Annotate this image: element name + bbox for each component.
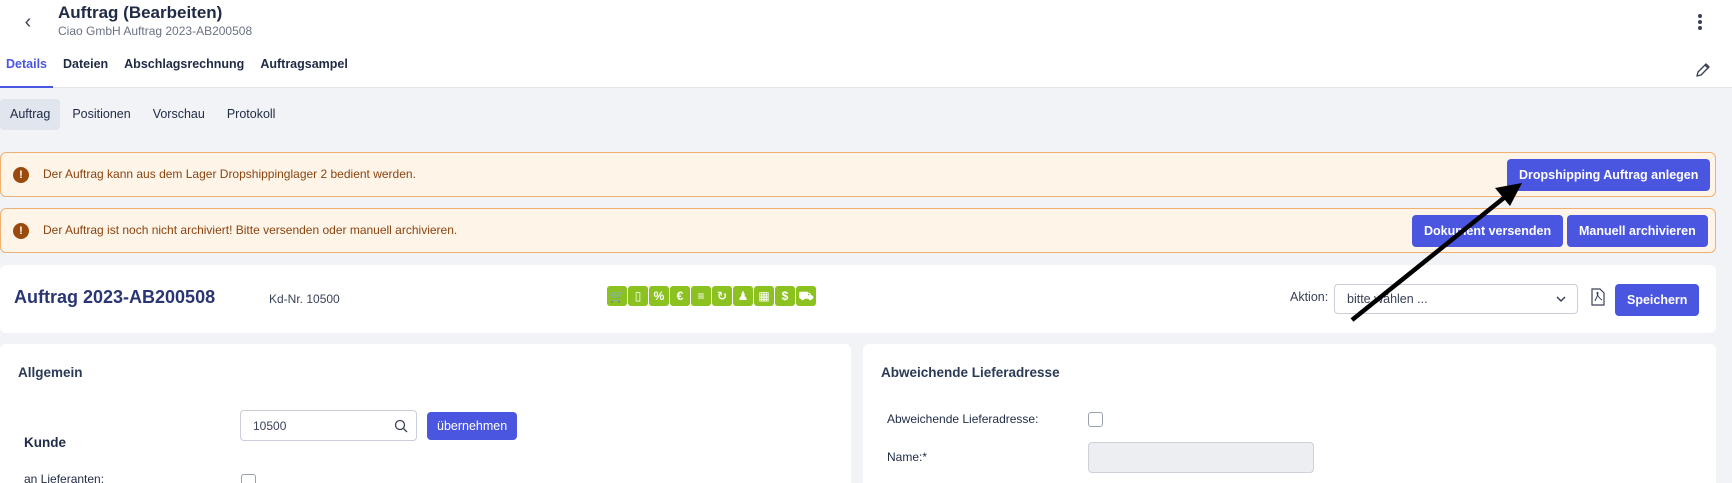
- aktion-label: Aktion:: [1290, 290, 1329, 304]
- subtab-protokoll[interactable]: Protokoll: [217, 99, 286, 130]
- person-icon[interactable]: ♟: [733, 286, 753, 306]
- subtab-vorschau[interactable]: Vorschau: [143, 99, 215, 130]
- order-header: Auftrag 2023-AB200508 Kd-Nr. 10500 🛒 ▯ %…: [0, 265, 1716, 333]
- search-icon[interactable]: [394, 419, 408, 433]
- subtab-auftrag[interactable]: Auftrag: [0, 99, 61, 130]
- subtab-positionen[interactable]: Positionen: [62, 99, 140, 130]
- sub-tabs: Auftrag Positionen Vorschau Protokoll: [0, 99, 287, 130]
- tab-details[interactable]: Details: [0, 52, 53, 88]
- customer-search-input[interactable]: 10500: [240, 410, 417, 441]
- warning-icon: !: [13, 167, 29, 183]
- percent-icon[interactable]: %: [649, 286, 669, 306]
- apply-customer-button[interactable]: übernehmen: [427, 412, 518, 440]
- more-vertical-icon[interactable]: [1690, 12, 1710, 36]
- back-icon[interactable]: ‹: [18, 10, 38, 34]
- search-value: 10500: [253, 419, 287, 433]
- tab-abschlagsrechnung[interactable]: Abschlagsrechnung: [118, 52, 250, 88]
- main-tabs: Details Dateien Abschlagsrechnung Auftra…: [0, 52, 358, 88]
- pdf-icon[interactable]: [1590, 288, 1606, 306]
- alert-text: Der Auftrag ist noch nicht archiviert! B…: [43, 223, 458, 237]
- delivery-address-panel: Abweichende Lieferadresse Abweichende Li…: [863, 344, 1716, 483]
- status-icon-row: 🛒 ▯ % € ≡ ↻ ♟ ▦ $ ⛟: [607, 286, 816, 306]
- alt-address-label: Abweichende Lieferadresse:: [887, 412, 1039, 426]
- kunde-label: Kunde: [24, 435, 66, 450]
- lieferanten-label: an Lieferanten:: [24, 472, 105, 483]
- warning-icon: !: [13, 223, 29, 239]
- tab-dateien[interactable]: Dateien: [57, 52, 114, 88]
- alt-address-checkbox[interactable]: [1088, 412, 1103, 427]
- customer-number: Kd-Nr. 10500: [269, 292, 340, 306]
- order-title: Auftrag 2023-AB200508: [14, 287, 216, 307]
- general-panel: Allgemein 10500 übernehmen Kunde an Lief…: [0, 344, 851, 483]
- top-bar: ‹ Auftrag (Bearbeiten) Ciao GmbH Auftrag…: [0, 0, 1732, 88]
- archive-button[interactable]: Manuell archivieren: [1567, 215, 1708, 247]
- refresh-icon[interactable]: ↻: [712, 286, 732, 306]
- save-button[interactable]: Speichern: [1615, 284, 1700, 316]
- truck-icon[interactable]: ⛟: [796, 286, 816, 306]
- name-label: Name:*: [887, 450, 928, 464]
- dropshipping-alert: ! Der Auftrag kann aus dem Lager Dropshi…: [0, 152, 1716, 197]
- calendar-icon[interactable]: ▦: [754, 286, 774, 306]
- aktion-select-value: bitte wählen ...: [1347, 292, 1428, 306]
- panel-title: Abweichende Lieferadresse: [881, 365, 1060, 380]
- dollar-icon[interactable]: $: [775, 286, 795, 306]
- name-field[interactable]: [1088, 442, 1314, 473]
- document-icon[interactable]: ≡: [691, 286, 711, 306]
- tab-auftragsampel[interactable]: Auftragsampel: [254, 52, 354, 88]
- alert-text: Der Auftrag kann aus dem Lager Dropshipp…: [43, 167, 416, 181]
- page-subtitle: Ciao GmbH Auftrag 2023-AB200508: [58, 24, 253, 38]
- aktion-select[interactable]: bitte wählen ...: [1334, 284, 1578, 314]
- send-document-button[interactable]: Dokument versenden: [1412, 215, 1564, 247]
- mobile-icon[interactable]: ▯: [628, 286, 648, 306]
- dropshipping-button[interactable]: Dropshipping Auftrag anlegen: [1507, 159, 1711, 191]
- panel-title: Allgemein: [18, 365, 83, 380]
- euro-icon[interactable]: €: [670, 286, 690, 306]
- pencil-icon[interactable]: [1694, 61, 1712, 79]
- archive-alert: ! Der Auftrag ist noch nicht archiviert!…: [0, 208, 1716, 253]
- lieferanten-checkbox[interactable]: [241, 474, 256, 483]
- cart-icon[interactable]: 🛒: [607, 286, 627, 306]
- chevron-down-icon: [1556, 296, 1566, 303]
- page-title: Auftrag (Bearbeiten): [58, 3, 223, 22]
